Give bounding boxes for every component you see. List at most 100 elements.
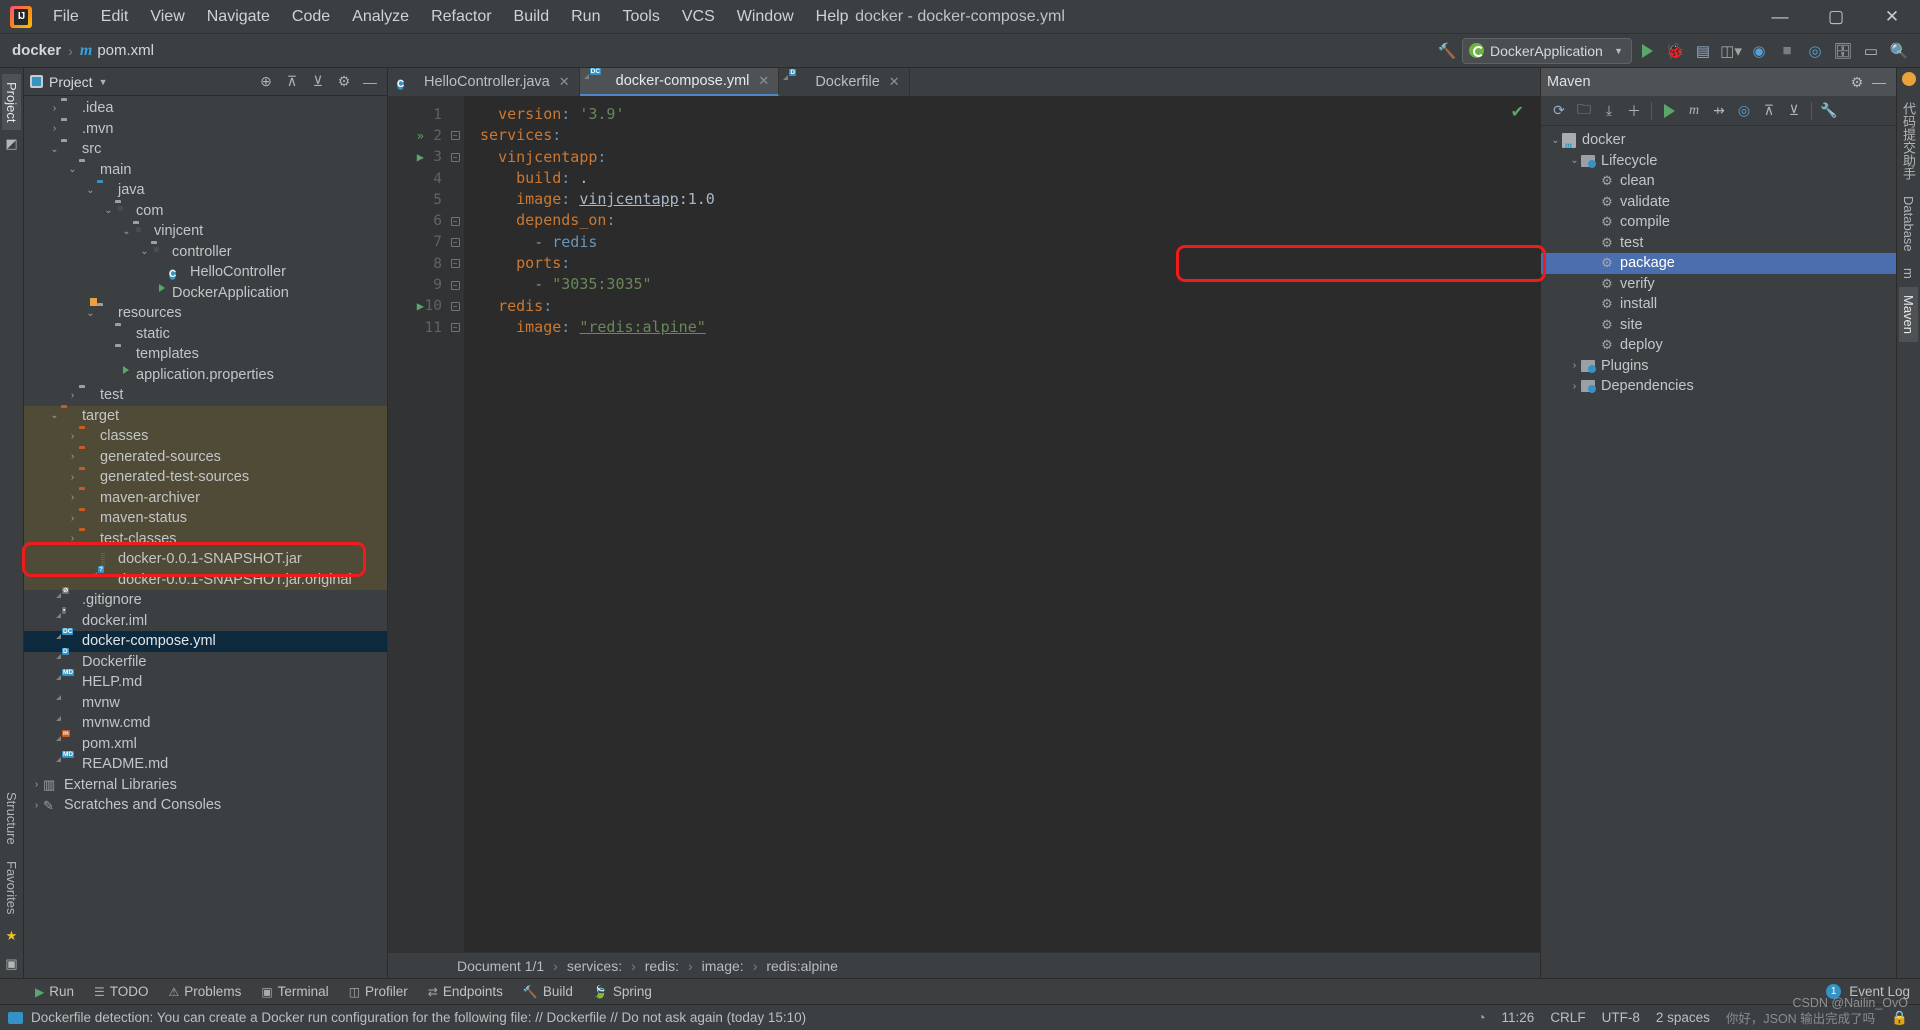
gutter-line-9[interactable]: 9 [388, 274, 446, 295]
toolwindow-button-terminal[interactable]: ▣ Terminal [252, 982, 337, 1001]
chevron-right-icon[interactable]: › [48, 123, 61, 134]
chevron-right-icon[interactable]: › [1568, 381, 1581, 392]
gutter-line-8[interactable]: 8 [388, 253, 446, 274]
fold-marker-line-7[interactable]: − [446, 232, 464, 253]
services-icon[interactable]: ◎ [1802, 38, 1828, 64]
chevron-down-icon[interactable]: ⌄ [48, 144, 61, 155]
tree-node-static[interactable]: static [24, 324, 387, 345]
rail-tab-m[interactable]: m [1899, 260, 1918, 287]
fold-marker-line-11[interactable]: − [446, 317, 464, 338]
code-line-1[interactable]: version: '3.9' [480, 104, 1540, 125]
run-icon[interactable] [1634, 38, 1660, 64]
chevron-right-icon[interactable]: › [66, 472, 79, 483]
inspections-icon[interactable]: ◔ [1477, 1010, 1485, 1025]
code-line-10[interactable]: redis: [480, 296, 1540, 317]
menu-analyze[interactable]: Analyze [341, 4, 420, 30]
code-line-9[interactable]: - "3035:3035" [480, 274, 1540, 295]
chevron-right-icon[interactable]: › [66, 390, 79, 401]
tree-node--idea[interactable]: › .idea [24, 98, 387, 119]
tree-node-mvnw[interactable]: mvnw [24, 693, 387, 714]
maven-node-site[interactable]: ⚙ site [1541, 315, 1896, 336]
lock-icon[interactable]: 🔒 [1891, 1010, 1908, 1026]
updates-icon[interactable]: ◉ [1746, 38, 1772, 64]
chevron-down-icon[interactable]: ⌄ [138, 246, 151, 257]
maven-node-verify[interactable]: ⚙ verify [1541, 274, 1896, 295]
gutter-line-11[interactable]: 11 [388, 317, 446, 338]
run-icon[interactable] [1657, 99, 1681, 123]
fold-marker-line-9[interactable]: − [446, 274, 464, 295]
hide-icon[interactable]: — [1868, 71, 1890, 93]
gutter-line-2[interactable]: » 2 [388, 125, 446, 146]
fold-toggle-icon[interactable]: − [450, 131, 460, 141]
add-folder-icon[interactable]: 🗀 [1572, 99, 1596, 123]
maven-node-validate[interactable]: ⚙ validate [1541, 192, 1896, 213]
tree-node-docker-0-0-1-snapshot-jar[interactable]: docker-0.0.1-SNAPSHOT.jar [24, 549, 387, 570]
locate-icon[interactable]: ⊕ [255, 71, 277, 93]
search-icon[interactable]: 🔍 [1886, 38, 1912, 64]
chevron-right-icon[interactable]: › [30, 779, 43, 790]
editor-breadcrumb-item[interactable]: redis: [636, 958, 688, 974]
fold-toggle-icon[interactable]: − [450, 152, 460, 162]
tree-node-scratches-and-consoles[interactable]: › ✎ Scratches and Consoles [24, 795, 387, 816]
tree-node-readme-md[interactable]: MD README.md [24, 750, 387, 775]
rail-tab-project[interactable]: Project [2, 74, 21, 131]
maven-node-docker[interactable]: ⌄ docker [1541, 130, 1896, 151]
fold-marker-line-3[interactable]: − [446, 147, 464, 168]
fold-toggle-icon[interactable]: − [450, 323, 460, 333]
toolwindow-button-todo[interactable]: ☰ TODO [85, 982, 158, 1001]
rail-tab-commit-assistant[interactable]: 代码提交助手 [1897, 94, 1920, 188]
tree-node-controller[interactable]: ⌄ controller [24, 242, 387, 263]
editor-breadcrumb-item[interactable]: redis:alpine [757, 958, 847, 974]
tree-node-resources[interactable]: ⌄ resources [24, 303, 387, 324]
terminal-rail-icon[interactable]: ▣ [5, 950, 17, 978]
tree-node-templates[interactable]: templates [24, 344, 387, 365]
chevron-right-icon[interactable]: › [30, 800, 43, 811]
run-gutter-icon[interactable]: » [417, 129, 424, 143]
editor-breadcrumbs[interactable]: Document 1/1 › services: › redis: › image: › red… [388, 952, 1540, 978]
status-message[interactable]: Dockerfile detection: You can create a D… [31, 1010, 806, 1025]
gear-icon[interactable]: ⚙ [333, 71, 355, 93]
rail-tab-database[interactable]: Database [1899, 188, 1918, 260]
chevron-down-icon[interactable]: ⌄ [102, 205, 115, 216]
fold-marker-line-8[interactable]: − [446, 253, 464, 274]
maven-node-install[interactable]: ⚙ install [1541, 294, 1896, 315]
tree-node-src[interactable]: ⌄ src [24, 139, 387, 160]
chevron-right-icon[interactable]: › [66, 431, 79, 442]
fold-marker-line-6[interactable]: − [446, 210, 464, 231]
tree-node-main[interactable]: ⌄ main [24, 160, 387, 181]
tree-node-java[interactable]: ⌄ java [24, 180, 387, 201]
code-line-4[interactable]: build: . [480, 168, 1540, 189]
tree-node-mvnw-cmd[interactable]: mvnw.cmd [24, 713, 387, 734]
menu-file[interactable]: File [42, 4, 90, 30]
code-line-2[interactable]: services: [480, 125, 1540, 146]
menu-edit[interactable]: Edit [90, 4, 140, 30]
gutter-line-3[interactable]: ▶ 3 [388, 147, 446, 168]
rail-tab-structure[interactable]: Structure [2, 784, 21, 853]
gutter-line-7[interactable]: 7 [388, 232, 446, 253]
tree-node-test-classes[interactable]: › test-classes [24, 528, 387, 549]
tree-node-maven-status[interactable]: › maven-status [24, 508, 387, 529]
project-panel-title[interactable]: Project ▼ [30, 74, 108, 90]
gutter-line-1[interactable]: 1 [388, 104, 446, 125]
fold-toggle-icon[interactable]: − [450, 301, 460, 311]
gutter-line-6[interactable]: 6 [388, 210, 446, 231]
tree-node-hellocontroller[interactable]: C HelloController [24, 262, 387, 283]
editor-breadcrumb-item[interactable]: Document 1/1 [448, 958, 553, 974]
menu-navigate[interactable]: Navigate [196, 4, 281, 30]
tree-node-docker-0-0-1-snapshot-jar-original[interactable]: ? docker-0.0.1-SNAPSHOT.jar.original [24, 566, 387, 590]
chevron-right-icon[interactable]: › [66, 513, 79, 524]
download-sources-icon[interactable]: ⤓ [1597, 99, 1621, 123]
toolwindow-button-endpoints[interactable]: ⇄ Endpoints [419, 982, 512, 1001]
chevron-right-icon[interactable]: › [48, 103, 61, 114]
code-line-11[interactable]: image: "redis:alpine" [480, 317, 1540, 338]
breadcrumb-project[interactable]: docker [12, 42, 61, 59]
tree-node-test[interactable]: › test [24, 385, 387, 406]
menu-run[interactable]: Run [560, 4, 611, 30]
tree-node-target[interactable]: ⌄ target [24, 405, 387, 426]
toolwindow-button-spring[interactable]: 🍃 Spring [584, 982, 661, 1001]
chevron-down-icon[interactable]: ⌄ [1568, 155, 1581, 166]
maven-node-test[interactable]: ⚙ test [1541, 233, 1896, 254]
toolwindow-button-run[interactable]: ▶ Run [26, 982, 83, 1001]
run-configuration-selector[interactable]: DockerApplication ▼ [1462, 37, 1632, 64]
code-content[interactable]: version: '3.9' services: vinjcentapp: bui… [464, 96, 1540, 952]
